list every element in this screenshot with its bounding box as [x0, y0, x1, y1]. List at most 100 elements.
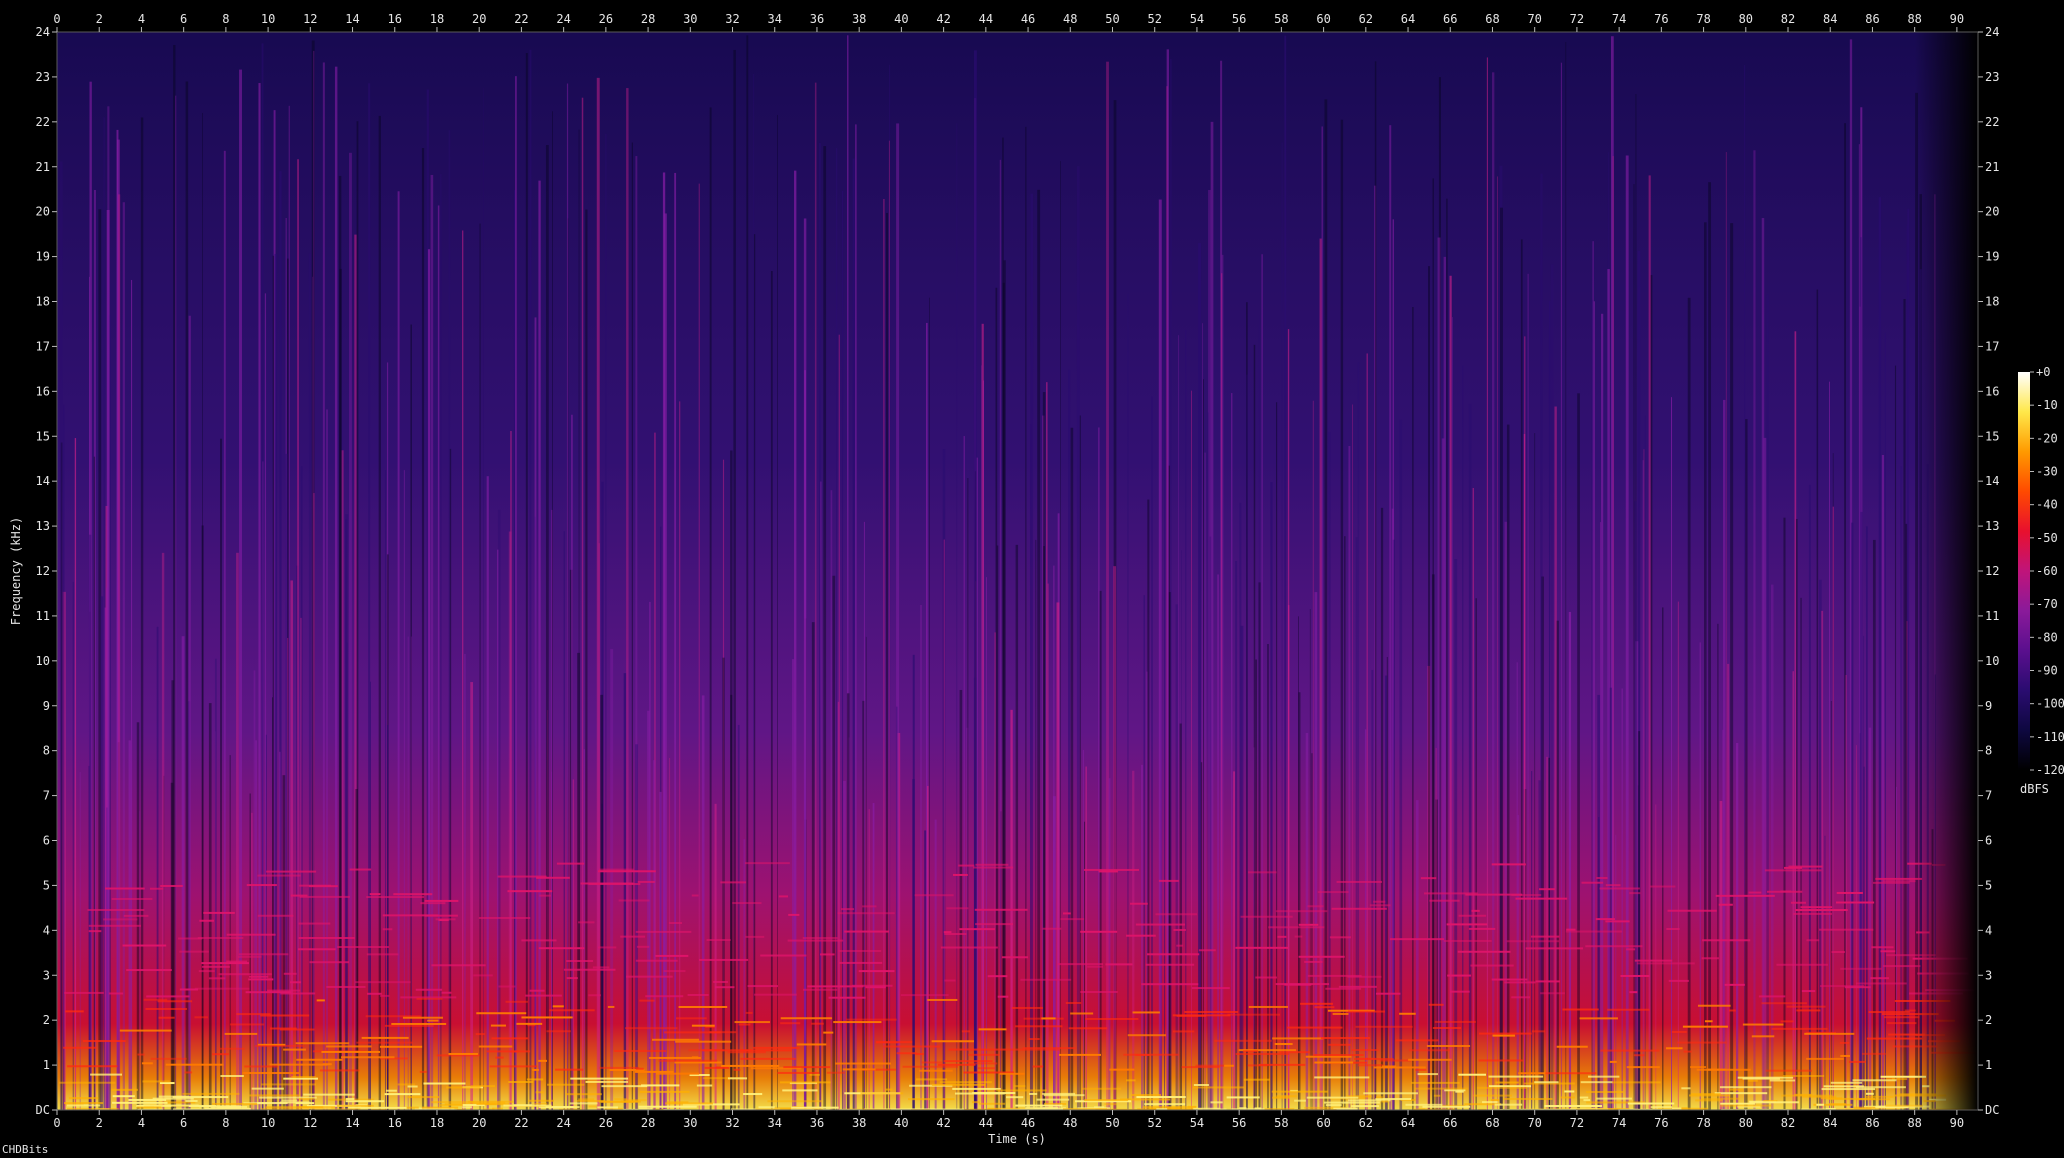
harmonic-band	[244, 1065, 278, 1068]
spectral-streak	[1079, 415, 1081, 1110]
harmonic-band	[1872, 881, 1910, 884]
spectral-streak	[397, 191, 400, 1110]
spectral-streak	[1497, 176, 1498, 1110]
x-axis-bottom: 0 2 4 6 8 10 12 14 16 18 20 22 24 26 28 30 32 34 36 38 40 42 4…	[53, 1110, 1964, 1130]
harmonic-band	[486, 1050, 531, 1053]
harmonic-band	[1424, 892, 1478, 895]
x-tick-bottom-label: 34	[768, 1116, 782, 1130]
x-tick-bottom-label: 56	[1232, 1116, 1246, 1130]
spectral-streak	[1309, 609, 1311, 1110]
colorbar-tick-label: -120	[2036, 763, 2064, 777]
colorbar-tick-label: -80	[2036, 630, 2058, 644]
harmonic-band	[1806, 1057, 1844, 1060]
spectral-streak	[1166, 49, 1169, 1110]
spectral-streak	[811, 622, 815, 1110]
y-tick-left-label: 19	[36, 250, 50, 264]
harmonic-band	[1373, 900, 1386, 903]
harmonic-band	[1433, 1094, 1441, 1097]
harmonic-band	[297, 948, 336, 951]
harmonic-band	[1104, 1103, 1117, 1106]
spectral-streak	[1391, 508, 1394, 1110]
colorbar-ticks: +0 -10 -20 -30 -40 -50 -60 -70 -80 -90 -100 -110 -12…	[2030, 365, 2064, 777]
x-tick-top-label: 18	[430, 12, 444, 26]
spectral-streak	[999, 159, 1002, 1110]
harmonic-band	[1535, 980, 1560, 983]
harmonic-band	[1765, 1069, 1812, 1072]
harmonic-band	[521, 939, 557, 942]
y-axis-right: DC12345678910111213141516171819202122232…	[1978, 25, 1999, 1117]
spectral-streak	[384, 470, 386, 1110]
harmonic-band	[1144, 1103, 1186, 1106]
harmonic-band	[706, 939, 731, 942]
harmonic-band	[1248, 1005, 1289, 1008]
harmonic-band	[747, 985, 778, 988]
spectral-streak	[1305, 733, 1309, 1110]
harmonic-band	[108, 992, 124, 995]
harmonic-band	[185, 1099, 198, 1102]
x-tick-top-label: 6	[180, 12, 187, 26]
x-tick-bottom-label: 70	[1527, 1116, 1541, 1130]
harmonic-band	[212, 1102, 258, 1105]
spectral-streak	[1233, 771, 1236, 1110]
harmonic-band	[862, 905, 877, 908]
harmonic-band	[811, 1022, 824, 1025]
harmonic-band	[257, 914, 294, 917]
harmonic-band	[624, 1099, 647, 1102]
harmonic-band	[1198, 949, 1216, 952]
harmonic-band	[1381, 1100, 1389, 1103]
spectral-streak	[1878, 197, 1882, 1110]
harmonic-band	[1634, 959, 1673, 962]
harmonic-band	[1313, 1054, 1364, 1057]
harmonic-band	[931, 1083, 986, 1086]
spectral-streak	[122, 202, 125, 1110]
harmonic-band	[1135, 923, 1186, 926]
spectral-streak	[79, 772, 81, 1110]
harmonic-band	[1707, 1068, 1726, 1071]
spectral-streak	[545, 145, 549, 1110]
harmonic-band	[1794, 1093, 1813, 1096]
harmonic-band	[1414, 1087, 1468, 1090]
y-tick-left-label: 10	[36, 654, 50, 668]
y-tick-left-label: 5	[43, 878, 50, 892]
harmonic-band	[298, 922, 331, 925]
harmonic-band	[1612, 1081, 1661, 1084]
x-tick-bottom-label: 88	[1907, 1116, 1921, 1130]
spectral-streak	[1203, 379, 1204, 1110]
harmonic-band	[112, 1095, 135, 1098]
spectral-streak	[1472, 487, 1474, 1110]
y-tick-right-label: 21	[1985, 160, 1999, 174]
spectral-streak	[1002, 282, 1005, 1110]
x-tick-bottom-label: 76	[1654, 1116, 1668, 1130]
harmonic-band	[1581, 881, 1604, 884]
harmonic-band	[366, 953, 399, 956]
spectral-streak	[830, 490, 833, 1110]
harmonic-band	[860, 1092, 904, 1095]
harmonic-band	[1506, 940, 1560, 943]
spectral-streak	[1795, 518, 1798, 1110]
harmonic-band	[637, 880, 655, 883]
harmonic-band	[1060, 918, 1085, 921]
harmonic-band	[289, 981, 302, 984]
harmonic-band	[336, 1104, 374, 1107]
harmonic-band	[658, 1059, 718, 1062]
harmonic-band	[1620, 974, 1650, 977]
harmonic-band	[931, 1040, 974, 1043]
x-tick-top-label: 66	[1443, 12, 1457, 26]
x-tick-bottom-label: 54	[1190, 1116, 1204, 1130]
harmonic-band	[740, 1057, 796, 1060]
harmonic-band	[1681, 1087, 1691, 1090]
harmonic-band	[696, 1084, 713, 1087]
spectral-streak	[255, 740, 257, 1110]
spectral-streak	[927, 785, 929, 1110]
harmonic-band	[1556, 1045, 1588, 1048]
harmonic-band	[1258, 1063, 1306, 1066]
harmonic-band	[441, 991, 452, 994]
x-tick-top-label: 28	[641, 12, 655, 26]
spectral-streak	[1085, 766, 1087, 1110]
harmonic-band	[1596, 1097, 1632, 1100]
harmonic-band	[503, 1104, 552, 1107]
harmonic-band	[88, 930, 102, 933]
y-tick-right-label: 13	[1985, 519, 1999, 533]
x-tick-top-label: 90	[1950, 12, 1964, 26]
harmonic-band	[678, 1006, 728, 1009]
